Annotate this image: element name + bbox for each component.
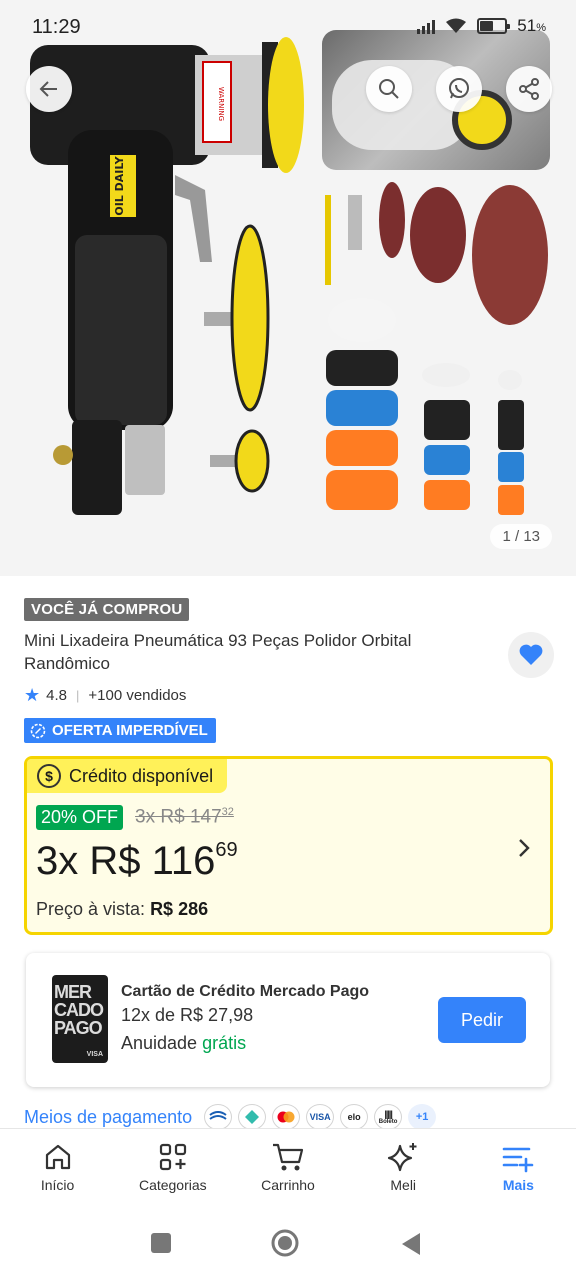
nav-more-label: Mais (502, 1177, 534, 1193)
system-navigation-bar (0, 1210, 576, 1280)
nav-categories-label: Categorias (138, 1177, 207, 1193)
credit-tag: $ Crédito disponível (27, 759, 228, 793)
credit-price-box[interactable]: $ Crédito disponível 20% OFF 3x R$ 14732… (24, 756, 553, 935)
elo-icon: elo (340, 1104, 369, 1130)
signal-icon (417, 18, 436, 34)
mp-credit-card-offer[interactable]: MER CADO PAGO VISA Cartão de Crédito Merca… (26, 953, 550, 1087)
already-bought-badge: VOCÊ JÁ COMPROU (24, 598, 190, 621)
search-icon (379, 79, 399, 99)
nav-cart[interactable]: Carrinho (230, 1129, 345, 1210)
search-button[interactable] (366, 66, 412, 112)
mastercard-icon (272, 1104, 301, 1130)
offer-badge-label: OFERTA IMPERDÍVEL (52, 722, 208, 739)
favorite-button[interactable] (508, 632, 554, 678)
product-gallery[interactable]: WARNING OIL DAILY 1 / 13 (0, 0, 576, 576)
discount-row: 20% OFF 3x R$ 14732 (36, 805, 234, 830)
sparkle-icon (388, 1143, 417, 1172)
nav-more[interactable]: Mais (461, 1129, 576, 1210)
cash-price: Preço à vista: R$ 286 (36, 899, 209, 919)
mp-card-installments: 12x de R$ 27,98 (121, 1005, 254, 1025)
coin-icon: $ (37, 764, 61, 788)
chevron-right-icon[interactable] (516, 835, 532, 867)
product-info: VOCÊ JÁ COMPROU Mini Lixadeira Pneumátic… (24, 598, 554, 744)
status-time: 11:29 (32, 16, 81, 38)
share-button[interactable] (506, 66, 552, 112)
categories-icon (159, 1143, 186, 1171)
installment-price: 3x R$ 11669 (36, 839, 238, 883)
bottom-navigation: Início Categorias Carrinho Meli Mais (0, 1128, 576, 1210)
whatsapp-icon (449, 78, 469, 99)
payment-methods-row[interactable]: Meios de pagamento VISA elo ||||| Boleto … (24, 1104, 437, 1130)
discount-icon (30, 723, 46, 738)
credit-card-image: MER CADO PAGO VISA (52, 975, 108, 1063)
back-system-button[interactable] (400, 1232, 422, 1261)
circle-icon (271, 1229, 299, 1257)
nav-cart-label: Carrinho (261, 1177, 315, 1193)
nav-home[interactable]: Início (0, 1129, 115, 1210)
back-button[interactable] (26, 66, 72, 112)
nav-home-label: Início (40, 1177, 75, 1193)
home-system-button[interactable] (270, 1228, 300, 1263)
wifi-icon (446, 18, 467, 33)
brand-label: OIL DAILY (113, 155, 126, 215)
cart-icon (273, 1143, 304, 1171)
credit-tag-label: Crédito disponível (69, 765, 214, 786)
square-icon (151, 1233, 171, 1253)
nav-categories[interactable]: Categorias (115, 1129, 230, 1210)
image-counter: 1 / 13 (490, 524, 552, 549)
battery-percent: 51% (517, 16, 546, 35)
nav-meli[interactable]: Meli (346, 1129, 461, 1210)
mp-card-title: Cartão de Crédito Mercado Pago (121, 983, 370, 1000)
offer-badge: OFERTA IMPERDÍVEL (24, 718, 216, 743)
battery-fill (480, 21, 493, 31)
separator: | (76, 688, 80, 703)
visa-icon: VISA (306, 1104, 335, 1130)
sold-count: +100 vendidos (88, 687, 187, 704)
nav-meli-label: Meli (390, 1177, 417, 1193)
request-card-button[interactable]: Pedir (438, 997, 526, 1043)
menu-plus-icon (503, 1147, 534, 1173)
home-icon (45, 1144, 70, 1170)
share-icon (519, 78, 539, 100)
discount-badge: 20% OFF (36, 805, 124, 830)
whatsapp-button[interactable] (436, 66, 482, 112)
accessories-image (325, 182, 548, 515)
rating-row[interactable]: ★ 4.8 | +100 vendidos (24, 685, 554, 706)
warning-label: WARNING (217, 87, 225, 121)
boleto-icon: ||||| Boleto (374, 1104, 403, 1130)
pix-icon (238, 1104, 267, 1130)
triangle-back-icon (402, 1233, 420, 1255)
old-price: 3x R$ 14732 (135, 806, 234, 828)
star-icon: ★ (24, 685, 41, 705)
battery-icon (477, 18, 511, 34)
status-icons: 51% (417, 16, 546, 36)
product-title: Mini Lixadeira Pneumática 93 Peças Polid… (24, 631, 412, 673)
mp-card-annuity: Anuidade grátis (121, 1033, 247, 1053)
arrow-left-icon (39, 81, 57, 97)
status-bar: 11:29 51% (0, 0, 576, 54)
caixa-icon (204, 1104, 233, 1130)
payment-methods-link[interactable]: Meios de pagamento (24, 1107, 192, 1128)
recent-apps-button[interactable] (150, 1232, 172, 1259)
rating-value: 4.8 (46, 687, 67, 704)
heart-icon (519, 644, 543, 665)
more-payment-methods[interactable]: +1 (408, 1104, 437, 1130)
